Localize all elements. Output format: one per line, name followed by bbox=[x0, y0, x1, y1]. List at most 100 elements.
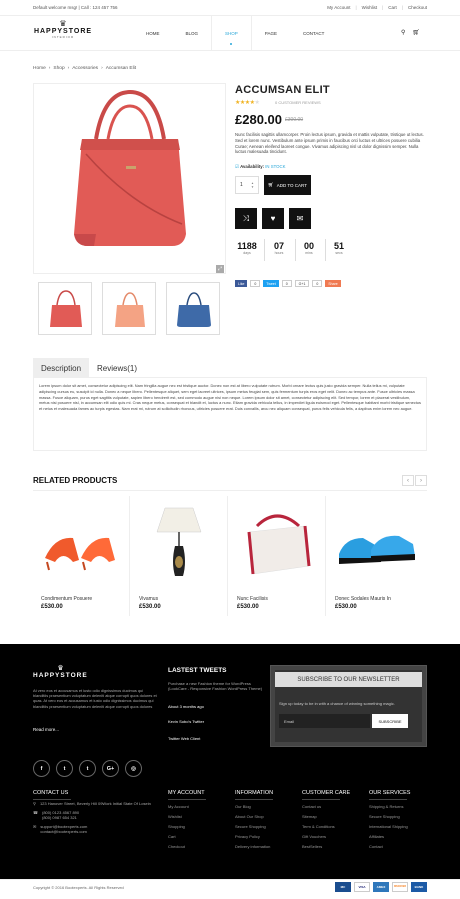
envelope-icon: ✉ bbox=[296, 214, 304, 223]
product-price: £530.00 bbox=[237, 604, 259, 610]
nav-blog[interactable]: BLOG bbox=[173, 16, 212, 51]
availability-value: IN STOCK bbox=[265, 164, 286, 169]
footer-link[interactable]: Term & Conditions bbox=[302, 824, 335, 829]
footer-link[interactable]: BestSellers bbox=[302, 844, 335, 849]
related-product-1[interactable]: Condimentum Posuere £530.00 bbox=[33, 496, 130, 616]
next-arrow-icon[interactable]: › bbox=[415, 475, 427, 486]
wishlist-link[interactable]: Wishlist bbox=[362, 5, 378, 10]
crumb-accessories[interactable]: Accessories bbox=[72, 66, 98, 71]
newsletter-title: SUBSCRIBE TO OUR NEWSLETTER bbox=[275, 672, 422, 687]
quantity-stepper[interactable]: 1 ▲ ▼ bbox=[235, 176, 259, 194]
wishlist-button[interactable]: ♥ bbox=[262, 208, 284, 229]
product-name[interactable]: Condimentum Posuere bbox=[41, 596, 92, 602]
cart-icon: 🛒︎ bbox=[268, 182, 274, 187]
related-product-3[interactable]: Nunc Facilisis £530.00 bbox=[229, 496, 326, 616]
nav-page[interactable]: PAGE bbox=[252, 16, 290, 51]
logo-tag: INTERIOR bbox=[51, 35, 75, 39]
thumbnail-2[interactable] bbox=[102, 282, 156, 335]
our-services-title: OUR SERVICES bbox=[369, 790, 411, 796]
zoom-icon[interactable]: ⤢ bbox=[216, 265, 224, 273]
top-bar: Default welcome msg! | Call : 124 457 75… bbox=[0, 0, 460, 16]
footer-logo[interactable]: ♛ HAPPYSTORE bbox=[33, 664, 88, 679]
read-more-link[interactable]: Read more... bbox=[33, 727, 59, 732]
main-product-image[interactable] bbox=[33, 83, 226, 274]
contact-info: ⚲ 123 Hanover Street, Beverly Hill 09Work… bbox=[33, 801, 158, 838]
footer-link[interactable]: Contact bbox=[369, 844, 408, 849]
prev-arrow-icon[interactable]: ‹ bbox=[402, 475, 414, 486]
footer-link[interactable]: About Our Shop bbox=[235, 814, 270, 819]
footer-link[interactable]: Gift Vouchers bbox=[302, 834, 335, 839]
thumbnail-1[interactable] bbox=[38, 282, 92, 335]
tweet-author[interactable]: Kevin Sobo's Twitter bbox=[168, 719, 263, 724]
footer-link[interactable]: Affiliates bbox=[369, 834, 408, 839]
footer-link[interactable]: Secure Shopping bbox=[235, 824, 270, 829]
compare-button[interactable]: ⤨ bbox=[235, 208, 257, 229]
nav-home[interactable]: HOME bbox=[133, 16, 173, 51]
footer-link[interactable]: My Account bbox=[168, 804, 189, 809]
dribbble-icon[interactable]: ◎ bbox=[125, 760, 142, 777]
checkout-link[interactable]: Checkout bbox=[408, 5, 427, 10]
gplus-button[interactable]: G+1 bbox=[294, 280, 310, 287]
quantity-value: 1 bbox=[240, 182, 243, 188]
tab-description[interactable]: Description bbox=[33, 358, 90, 378]
like-count: 0 bbox=[250, 280, 261, 287]
facebook-like-button[interactable]: Like bbox=[235, 280, 248, 287]
footer-link[interactable]: Privacy Policy bbox=[235, 834, 270, 839]
footer-link[interactable]: Secure Shopping bbox=[369, 814, 408, 819]
crumb-home[interactable]: Home bbox=[33, 66, 46, 71]
footer-link[interactable]: Delivery information bbox=[235, 844, 270, 849]
search-icon[interactable]: ⚲ bbox=[401, 29, 405, 36]
facebook-icon[interactable]: f bbox=[33, 760, 50, 777]
footer-link[interactable]: Contact us bbox=[302, 804, 335, 809]
review-count[interactable]: 0 CUSTOMER REVIEWS bbox=[275, 100, 321, 105]
old-price: £300.00 bbox=[285, 117, 304, 123]
tweet-client[interactable]: Twitter Web Client bbox=[168, 736, 263, 741]
thumbnail-3[interactable] bbox=[166, 282, 220, 335]
email-icon: ✉ bbox=[33, 823, 37, 829]
related-product-4[interactable]: Donec Sodales Mauris In £530.00 bbox=[327, 496, 424, 616]
crumb-shop[interactable]: Shop bbox=[53, 66, 64, 71]
stepper-arrows-icon[interactable]: ▲ ▼ bbox=[251, 181, 254, 189]
share-button[interactable]: Share bbox=[325, 280, 341, 287]
product-name[interactable]: Vivamus bbox=[139, 596, 158, 602]
tab-reviews[interactable]: Reviews(1) bbox=[89, 358, 145, 378]
cart-link[interactable]: Cart bbox=[388, 5, 397, 10]
footer-link[interactable]: Wishlist bbox=[168, 814, 189, 819]
nav-contact[interactable]: CONTACT bbox=[290, 16, 337, 51]
footer-link[interactable]: Checkout bbox=[168, 844, 189, 849]
cart-icon[interactable]: 🛒︎ bbox=[412, 29, 420, 36]
twitter-icon[interactable]: t bbox=[56, 760, 73, 777]
timer-mins: 00 mins bbox=[303, 241, 314, 255]
share-buttons: Like 0 Tweet 0 G+1 0 Share bbox=[235, 280, 341, 287]
copyright: Copyright © 2016 Bootexperts. All Rights… bbox=[33, 885, 124, 890]
google-plus-icon[interactable]: G+ bbox=[102, 760, 119, 777]
header-icons: ⚲ 🛒︎ bbox=[401, 29, 420, 36]
tweet-button[interactable]: Tweet bbox=[263, 280, 279, 287]
logo[interactable]: ♛ HAPPYSTORE INTERIOR bbox=[33, 20, 93, 46]
tumblr-icon[interactable]: t bbox=[79, 760, 96, 777]
email-button[interactable]: ✉ bbox=[289, 208, 311, 229]
newsletter-description: Sign up today to be in with a chance of … bbox=[279, 701, 395, 706]
contact-email-1[interactable]: support@bootexperts.com bbox=[40, 824, 87, 829]
my-account-title: MY ACCOUNT bbox=[168, 790, 205, 796]
footer-link[interactable]: Sitemap bbox=[302, 814, 335, 819]
add-to-cart-button[interactable]: 🛒︎ ADD TO CART bbox=[264, 175, 311, 195]
footer-link[interactable]: International Shipping bbox=[369, 824, 408, 829]
tweets-title: LASTEST TWEETS bbox=[168, 667, 227, 674]
my-account-link[interactable]: My Account bbox=[327, 5, 350, 10]
footer-link[interactable]: Shipping & Returns bbox=[369, 804, 408, 809]
product-name[interactable]: Nunc Facilisis bbox=[237, 596, 268, 602]
newsletter-email-input[interactable]: Email bbox=[279, 714, 370, 728]
add-to-cart-label: ADD TO CART bbox=[276, 182, 307, 188]
subscribe-button[interactable]: SUBSCRIBE bbox=[372, 714, 408, 728]
contact-address: 123 Hanover Street, Beverly Hill 09Work … bbox=[39, 801, 151, 806]
footer-link[interactable]: Our Blog bbox=[235, 804, 270, 809]
footer-link[interactable]: Shopping bbox=[168, 824, 189, 829]
shuffle-icon: ⤨ bbox=[242, 213, 250, 223]
related-product-2[interactable]: Vivamus £530.00 bbox=[131, 496, 228, 616]
footer-link[interactable]: Cart bbox=[168, 834, 189, 839]
contact-email-2[interactable]: contact@bootexperts.com bbox=[40, 829, 87, 834]
nav-shop[interactable]: SHOP bbox=[211, 16, 252, 51]
tweet-time[interactable]: About 3 months ago bbox=[168, 704, 263, 709]
product-name[interactable]: Donec Sodales Mauris In bbox=[335, 596, 391, 602]
